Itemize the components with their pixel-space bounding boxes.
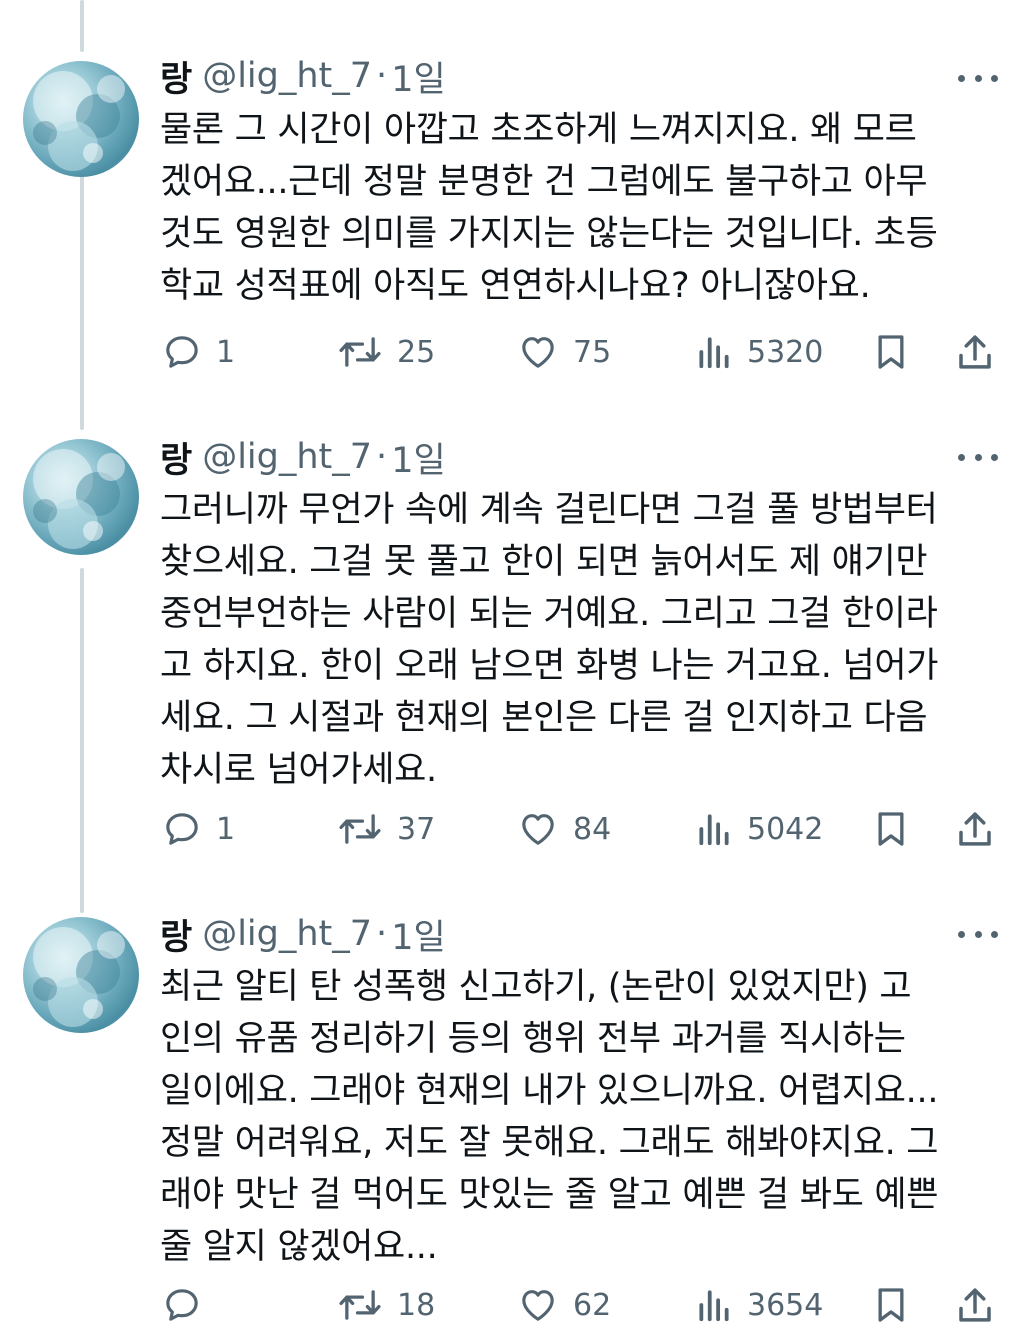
more-icon[interactable] xyxy=(958,924,998,944)
avatar-image xyxy=(33,927,125,1027)
separator-dot: · xyxy=(376,914,388,954)
bookmark-button[interactable] xyxy=(871,1280,911,1330)
like-button[interactable]: 62 xyxy=(517,1280,611,1330)
text-line: 일이에요. 그래야 현재의 내가 있으니까요. 어렵지요... xyxy=(160,1071,939,1111)
action-bar: 18 62 3654 xyxy=(0,1280,1024,1330)
views-button[interactable]: 3654 xyxy=(695,1280,823,1330)
share-button[interactable] xyxy=(954,1280,996,1330)
text-line: 인의 유품 정리하기 등의 행위 전부 과거를 직시하는 xyxy=(160,1019,906,1059)
bookmark-icon xyxy=(878,1288,904,1322)
tweet[interactable]: 랑 @lig_ht_7 · 1일 최근 알티 탄 성폭행 신고하기, (논란이 … xyxy=(0,0,1024,1331)
share-icon xyxy=(959,1288,991,1322)
retweet-count: 18 xyxy=(397,1287,436,1323)
text-line: 정말 어려워요, 저도 잘 못해요. 그래도 해봐야지요. 그 xyxy=(160,1123,939,1163)
reply-button[interactable] xyxy=(162,1280,216,1330)
heart-icon xyxy=(522,1290,554,1321)
tweet-text: 최근 알티 탄 성폭행 신고하기, (논란이 있었지만) 고 인의 유품 정리하… xyxy=(160,961,990,1273)
reply-icon xyxy=(166,1289,198,1321)
retweet-icon xyxy=(339,1290,381,1320)
text-line: 최근 알티 탄 성폭행 신고하기, (논란이 있었지만) 고 xyxy=(160,967,912,1007)
username[interactable]: @lig_ht_7 xyxy=(202,914,372,954)
retweet-button[interactable]: 18 xyxy=(337,1280,435,1330)
display-name[interactable]: 랑 xyxy=(160,909,192,960)
views-icon xyxy=(699,1290,729,1322)
text-line: 래야 맛난 걸 먹어도 맛있는 줄 알고 예쁜 걸 봐도 예쁜 xyxy=(160,1175,939,1215)
text-line: 줄 알지 않겠어요... xyxy=(160,1227,438,1267)
views-count: 3654 xyxy=(747,1287,824,1323)
tweet-header: 랑 @lig_ht_7 · 1일 xyxy=(160,909,446,960)
avatar[interactable] xyxy=(23,917,139,1033)
timestamp[interactable]: 1일 xyxy=(391,909,445,960)
like-count: 62 xyxy=(573,1287,612,1323)
